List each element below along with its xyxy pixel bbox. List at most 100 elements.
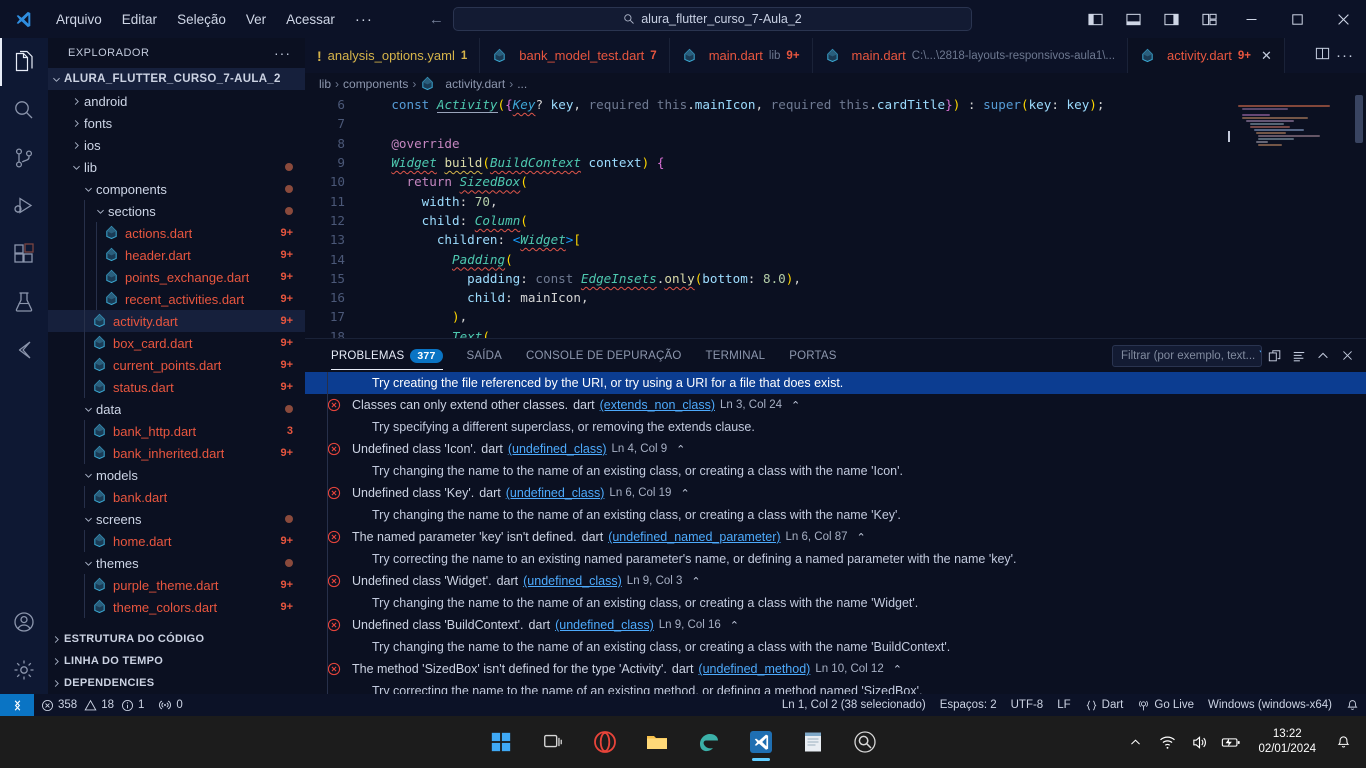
file-row-status-dart[interactable]: status.dart 9+ bbox=[48, 376, 305, 398]
problem-detail-row[interactable]: Try correcting the name to the name of a… bbox=[305, 680, 1366, 695]
tray-notification-icon[interactable] bbox=[1332, 735, 1354, 750]
taskbar-vscode[interactable] bbox=[741, 722, 781, 762]
chevron-down-icon[interactable] bbox=[80, 470, 96, 481]
tab-close-icon[interactable]: ✕ bbox=[1261, 48, 1272, 64]
file-row-points-exchange-dart[interactable]: points_exchange.dart 9+ bbox=[48, 266, 305, 288]
back-arrow-icon[interactable]: ← bbox=[429, 11, 444, 28]
status-problems[interactable]: 358 18 1 bbox=[34, 694, 151, 716]
chevron-down-icon[interactable] bbox=[68, 162, 84, 173]
problem-row[interactable]: Undefined class 'Key'. dart (undefined_cla… bbox=[305, 482, 1366, 504]
chevron-down-icon[interactable] bbox=[80, 404, 96, 415]
status-notifications[interactable] bbox=[1339, 694, 1366, 716]
problem-row[interactable]: Classes can only extend other classes. da… bbox=[305, 394, 1366, 416]
problems-list[interactable]: Try creating the file referenced by the … bbox=[305, 372, 1366, 695]
code-editor[interactable]: 6 const Activity({Key? key, required thi… bbox=[305, 95, 1366, 338]
chevron-right-icon[interactable] bbox=[48, 678, 64, 689]
status-encoding[interactable]: UTF-8 bbox=[1004, 694, 1051, 716]
folder-row-android[interactable]: android bbox=[48, 90, 305, 112]
editor-scrollbar-thumb[interactable] bbox=[1355, 95, 1363, 143]
folder-row-screens[interactable]: screens bbox=[48, 508, 305, 530]
breadcrumb-item[interactable]: lib bbox=[319, 77, 331, 91]
breadcrumb-item[interactable]: ... bbox=[517, 77, 527, 91]
sidebar-section-dependencies[interactable]: DEPENDENCIES bbox=[48, 672, 305, 694]
problem-code-link[interactable]: (undefined_method) bbox=[698, 662, 810, 676]
file-row-actions-dart[interactable]: actions.dart 9+ bbox=[48, 222, 305, 244]
window-close-button[interactable] bbox=[1320, 0, 1366, 38]
sidebar-section-linha-do-tempo[interactable]: LINHA DO TEMPO bbox=[48, 650, 305, 672]
editor-tab-activity-dart[interactable]: activity.dart 9+ ✕ bbox=[1128, 38, 1285, 73]
filter-icon[interactable] bbox=[1259, 349, 1262, 362]
problem-detail-row[interactable]: Try changing the name to the name of an … bbox=[305, 460, 1366, 482]
status-platform[interactable]: Windows (windows-x64) bbox=[1201, 694, 1339, 716]
taskbar-task-view[interactable] bbox=[533, 722, 573, 762]
chevron-down-icon[interactable] bbox=[92, 206, 108, 217]
view-as-table-button[interactable] bbox=[1288, 345, 1310, 367]
activitybar-source-control[interactable] bbox=[0, 134, 48, 182]
problem-detail-row[interactable]: Try specifying a different superclass, o… bbox=[305, 416, 1366, 438]
chevron-up-icon[interactable]: ⌃ bbox=[680, 487, 689, 500]
activitybar-extensions[interactable] bbox=[0, 230, 48, 278]
chevron-up-icon[interactable]: ⌃ bbox=[857, 531, 866, 544]
chevron-right-icon[interactable] bbox=[48, 634, 64, 645]
toggle-panel-icon[interactable] bbox=[1114, 0, 1152, 38]
file-row-recent-activities-dart[interactable]: recent_activities.dart 9+ bbox=[48, 288, 305, 310]
explorer-more-icon[interactable]: ··· bbox=[268, 45, 297, 61]
file-row-current-points-dart[interactable]: current_points.dart 9+ bbox=[48, 354, 305, 376]
problem-detail-row[interactable]: Try changing the name to the name of an … bbox=[305, 592, 1366, 614]
problem-code-link[interactable]: (undefined_class) bbox=[555, 618, 654, 632]
editor-tab-analysis-options-yaml[interactable]: ! analysis_options.yaml 1 bbox=[305, 38, 481, 73]
activitybar-run-and-debug[interactable] bbox=[0, 182, 48, 230]
chevron-up-icon[interactable]: ⌃ bbox=[791, 399, 800, 412]
folder-row-models[interactable]: models bbox=[48, 464, 305, 486]
tray-chevron-up-icon[interactable] bbox=[1124, 736, 1146, 749]
menu-more-icon[interactable]: ··· bbox=[345, 9, 383, 30]
panel-tab-portas[interactable]: PORTAS bbox=[777, 339, 848, 372]
tray-battery-icon[interactable] bbox=[1220, 734, 1242, 751]
menu-arquivo[interactable]: Arquivo bbox=[46, 8, 112, 31]
file-row-box-card-dart[interactable]: box_card.dart 9+ bbox=[48, 332, 305, 354]
editor-tab-bank-model-test-dart[interactable]: bank_model_test.dart 7 bbox=[480, 38, 670, 73]
file-row-theme-colors-dart[interactable]: theme_colors.dart 9+ bbox=[48, 596, 305, 618]
folder-row-data[interactable]: data bbox=[48, 398, 305, 420]
panel-maximize-button[interactable] bbox=[1312, 345, 1334, 367]
activitybar-search[interactable] bbox=[0, 86, 48, 134]
file-row-header-dart[interactable]: header.dart 9+ bbox=[48, 244, 305, 266]
editor-more-icon[interactable]: ··· bbox=[1336, 47, 1354, 64]
remote-window-button[interactable] bbox=[0, 694, 34, 716]
file-row-bank-inherited-dart[interactable]: bank_inherited.dart 9+ bbox=[48, 442, 305, 464]
panel-tab-problemas[interactable]: PROBLEMAS 377 bbox=[319, 339, 455, 372]
problem-row[interactable]: The method 'SizedBox' isn't defined for … bbox=[305, 658, 1366, 680]
activitybar-flutter[interactable] bbox=[0, 326, 48, 374]
panel-tab-terminal[interactable]: TERMINAL bbox=[693, 339, 777, 372]
problem-code-link[interactable]: (undefined_class) bbox=[506, 486, 605, 500]
panel-tab-sa-da[interactable]: SAÍDA bbox=[455, 339, 515, 372]
activitybar-explorer[interactable] bbox=[0, 38, 48, 86]
folder-row-ios[interactable]: ios bbox=[48, 134, 305, 156]
menu-acessar[interactable]: Acessar bbox=[276, 8, 345, 31]
toggle-primary-sidebar-icon[interactable] bbox=[1076, 0, 1114, 38]
status-go-live[interactable]: Go Live bbox=[1130, 694, 1201, 716]
breadcrumb-item[interactable]: activity.dart bbox=[445, 77, 505, 91]
chevron-down-icon[interactable] bbox=[80, 184, 96, 195]
sidebar-section-estrutura-do-c-digo[interactable]: ESTRUTURA DO CÓDIGO bbox=[48, 628, 305, 650]
file-row-home-dart[interactable]: home.dart 9+ bbox=[48, 530, 305, 552]
chevron-down-icon[interactable] bbox=[48, 74, 64, 85]
folder-row-sections[interactable]: sections bbox=[48, 200, 305, 222]
editor-tab-main-dart[interactable]: main.dart lib 9+ bbox=[670, 38, 813, 73]
customize-layout-icon[interactable] bbox=[1190, 0, 1228, 38]
chevron-up-icon[interactable]: ⌃ bbox=[893, 663, 902, 676]
problem-code-link[interactable]: (undefined_class) bbox=[523, 574, 622, 588]
activitybar-testing[interactable] bbox=[0, 278, 48, 326]
window-maximize-button[interactable] bbox=[1274, 0, 1320, 38]
menu-ver[interactable]: Ver bbox=[236, 8, 276, 31]
split-editor-icon[interactable] bbox=[1315, 46, 1330, 66]
menu-editar[interactable]: Editar bbox=[112, 8, 167, 31]
problem-detail-row[interactable]: Try changing the name to the name of an … bbox=[305, 636, 1366, 658]
window-minimize-button[interactable] bbox=[1228, 0, 1274, 38]
chevron-right-icon[interactable] bbox=[68, 118, 84, 129]
editor-scrollbar[interactable] bbox=[1354, 95, 1364, 338]
folder-row-components[interactable]: components bbox=[48, 178, 305, 200]
taskbar-edge[interactable] bbox=[689, 722, 729, 762]
problem-code-link[interactable]: (undefined_named_parameter) bbox=[608, 530, 780, 544]
taskbar-search-app[interactable] bbox=[845, 722, 885, 762]
